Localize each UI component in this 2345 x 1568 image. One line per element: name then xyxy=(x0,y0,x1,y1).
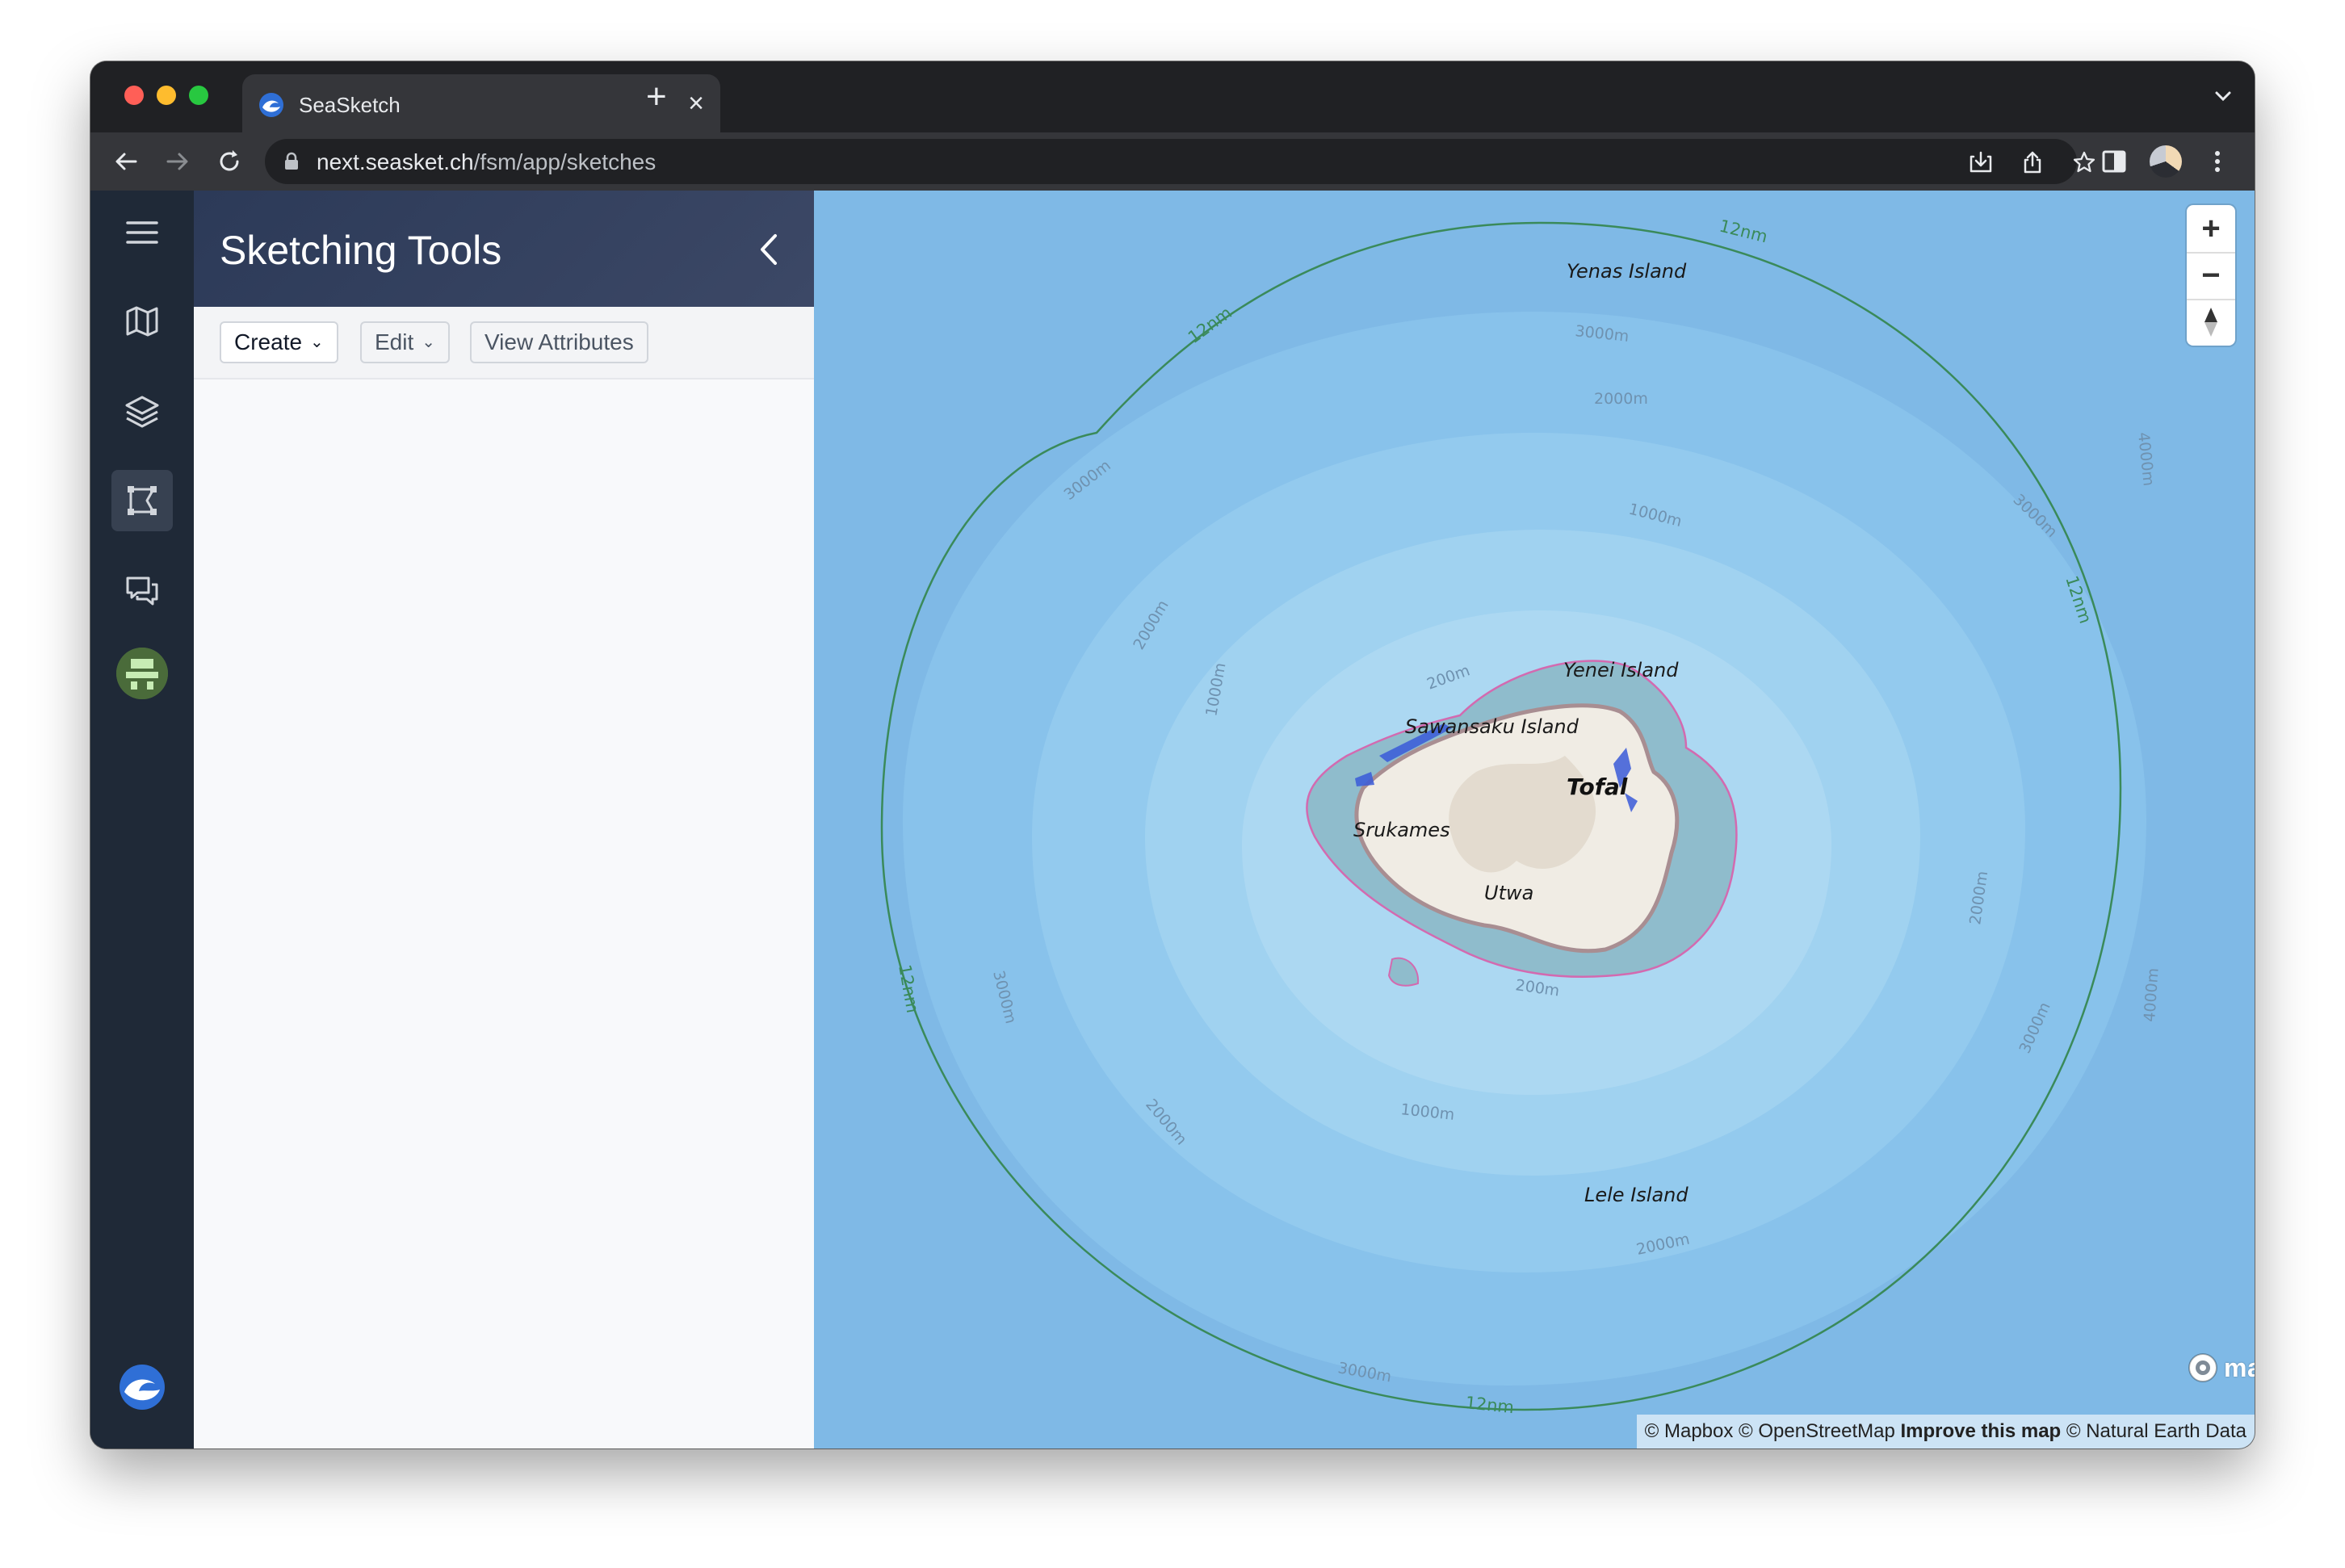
depth-label: 3000m xyxy=(1061,456,1114,504)
tab-strip: SeaSketch × + xyxy=(90,61,2255,132)
map-canvas[interactable]: Yenas Island Yenei Island Sawansaku Isla… xyxy=(814,191,2255,1449)
zoom-out-button[interactable]: − xyxy=(2187,252,2235,299)
depth-label: 2000m xyxy=(1966,870,1991,925)
more-vert-icon[interactable] xyxy=(2203,147,2232,176)
depth-label: 4000m xyxy=(2141,967,2163,1022)
place-label-lele: Lele Island xyxy=(1584,1184,1688,1206)
collapse-panel-chevron-left-icon[interactable] xyxy=(751,229,787,270)
compass-icon xyxy=(2204,308,2217,337)
panel-toolbar: Create ⌄ Edit ⌄ View Attributes xyxy=(194,307,814,379)
boundary-label-12nm: 12nm xyxy=(2062,573,2095,626)
forward-arrow-icon[interactable] xyxy=(163,147,192,176)
attribution-suffix: © Natural Earth Data xyxy=(2066,1420,2246,1442)
depth-label: 4000m xyxy=(2134,431,2158,487)
create-dropdown-button[interactable]: Create ⌄ xyxy=(220,321,338,363)
attribution-prefix: © Mapbox © OpenStreetMap xyxy=(1644,1420,1895,1442)
mapbox-wordmark: mapbox xyxy=(2224,1352,2255,1382)
place-label-yenas: Yenas Island xyxy=(1567,260,1687,283)
new-tab-button[interactable]: + xyxy=(646,79,667,115)
compass-button[interactable] xyxy=(2187,299,2235,346)
sidebar-item-maps[interactable] xyxy=(111,291,173,352)
boundary-label-12nm: 12nm xyxy=(1464,1393,1515,1417)
maximize-window-button[interactable] xyxy=(189,86,208,105)
map-labels: Yenas Island Yenei Island Sawansaku Isla… xyxy=(895,216,2163,1418)
map-attribution: © Mapbox © OpenStreetMap Improve this ma… xyxy=(1636,1415,2255,1449)
chevron-down-icon: ⌄ xyxy=(422,333,436,351)
depth-label: 3000m xyxy=(989,969,1020,1025)
view-attributes-button[interactable]: View Attributes xyxy=(470,321,648,363)
lock-icon xyxy=(285,152,298,170)
seasketch-app: Sketching Tools Create ⌄ Edit ⌄ View Attri… xyxy=(90,191,2255,1449)
layers-icon xyxy=(125,396,159,428)
back-arrow-icon[interactable] xyxy=(111,147,141,176)
reload-icon[interactable] xyxy=(215,147,244,176)
improve-this-map-link[interactable]: Improve this map xyxy=(1900,1420,2061,1442)
side-panel-icon[interactable] xyxy=(2100,147,2129,176)
place-label-sawansaku: Sawansaku Island xyxy=(1405,715,1579,738)
depth-label: 1000m xyxy=(1399,1101,1455,1124)
depth-label: 2000m xyxy=(1130,597,1172,653)
boundary-label-12nm: 12nm xyxy=(1718,216,1770,247)
seasketch-logo-icon[interactable] xyxy=(118,1363,166,1411)
map-navigation-control: + − xyxy=(2187,205,2235,346)
depth-label: 2000m xyxy=(1142,1096,1190,1148)
sidebar-item-layers[interactable] xyxy=(111,381,173,442)
minimize-window-button[interactable] xyxy=(157,86,176,105)
mapbox-logo[interactable]: mapbox xyxy=(2187,1350,2255,1386)
depth-label: 2000m xyxy=(1634,1230,1691,1258)
panel-header: Sketching Tools xyxy=(194,191,814,307)
seasketch-favicon-icon xyxy=(259,93,283,117)
sidebar-rail xyxy=(90,191,194,1449)
edit-dropdown-button[interactable]: Edit ⌄ xyxy=(360,321,451,363)
depth-label: 3000m xyxy=(2016,1000,2053,1056)
sidebar-item-sketching[interactable] xyxy=(111,470,173,531)
depth-label: 3000m xyxy=(2010,491,2061,541)
user-avatar-icon[interactable] xyxy=(116,648,168,699)
depth-label: 1000m xyxy=(1627,501,1684,531)
zoom-in-button[interactable]: + xyxy=(2187,205,2235,252)
panel-title: Sketching Tools xyxy=(220,228,502,273)
chat-icon xyxy=(126,576,158,606)
browser-window: SeaSketch × + next.seasket.ch/fsm/app/sk… xyxy=(90,61,2255,1449)
tab-title: SeaSketch xyxy=(299,93,401,117)
depth-label: 3000m xyxy=(1336,1359,1393,1386)
mapbox-logo-icon xyxy=(2188,1353,2217,1382)
share-icon[interactable] xyxy=(2020,150,2045,174)
depth-label: 200m xyxy=(1514,976,1560,1000)
chevron-down-icon: ⌄ xyxy=(310,333,324,351)
install-app-icon[interactable] xyxy=(1969,150,1993,174)
sidebar-item-forums[interactable] xyxy=(111,560,173,622)
place-label-yenei: Yenei Island xyxy=(1563,659,1679,681)
tab-close-icon[interactable]: × xyxy=(688,90,704,117)
depth-label: 3000m xyxy=(1574,322,1630,346)
address-bar[interactable]: next.seasket.ch/fsm/app/sketches xyxy=(265,139,2095,184)
boundary-label-12nm: 12nm xyxy=(1185,303,1235,347)
place-label-utwa: Utwa xyxy=(1484,882,1533,904)
browser-toolbar: next.seasket.ch/fsm/app/sketches xyxy=(90,132,2255,191)
map-icon xyxy=(126,306,158,337)
place-label-srukames: Srukames xyxy=(1353,819,1450,841)
depth-label: 1000m xyxy=(1202,661,1229,718)
hamburger-menu-icon xyxy=(126,221,158,244)
close-window-button[interactable] xyxy=(124,86,144,105)
sketching-tools-panel: Sketching Tools Create ⌄ Edit ⌄ View Attri… xyxy=(194,191,814,1449)
depth-label: 200m xyxy=(1424,661,1472,693)
tab-search-chevron-icon[interactable] xyxy=(2213,86,2234,107)
sidebar-item-menu[interactable] xyxy=(111,202,173,263)
boundary-label-12nm: 12nm xyxy=(895,963,922,1015)
sketch-polygon-icon xyxy=(128,486,157,515)
place-label-tofal: Tofal xyxy=(1567,774,1628,800)
bookmark-star-icon[interactable] xyxy=(2072,150,2096,174)
url-text: next.seasket.ch/fsm/app/sketches xyxy=(317,149,657,174)
profile-avatar[interactable] xyxy=(2150,145,2182,178)
depth-label: 2000m xyxy=(1594,390,1648,408)
